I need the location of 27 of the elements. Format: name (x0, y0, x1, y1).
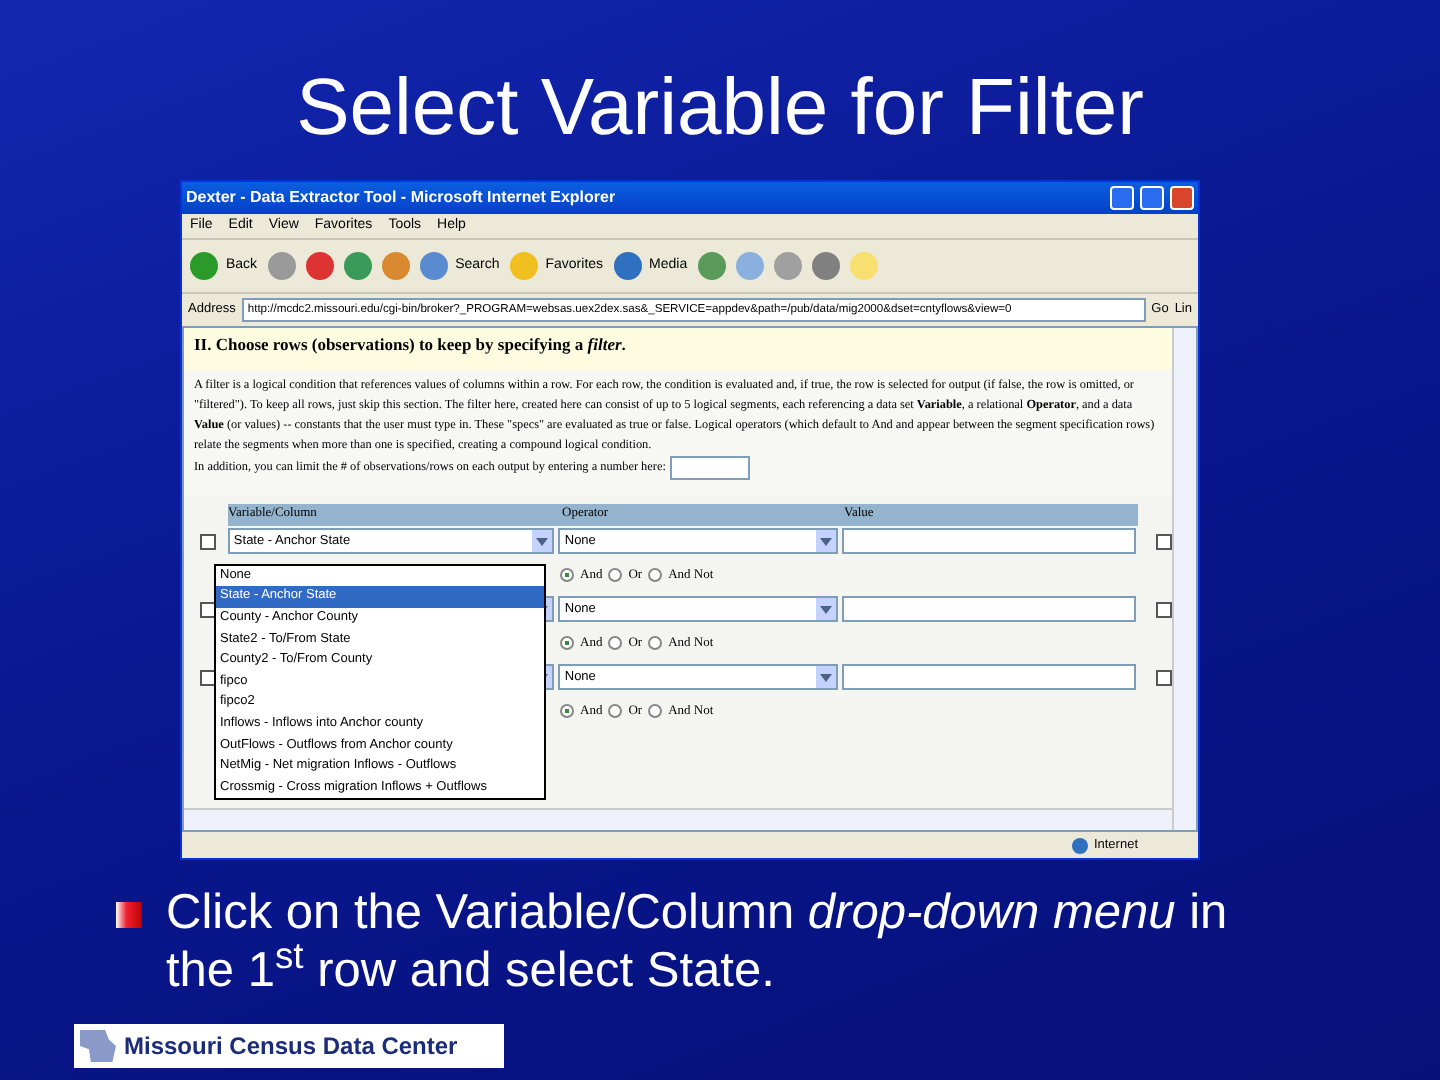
map-icon (80, 1030, 116, 1062)
radio-button[interactable] (608, 704, 623, 719)
value-input-field[interactable] (842, 528, 1137, 555)
radio-button[interactable] (560, 704, 574, 719)
radio-button[interactable] (608, 568, 623, 583)
bullet-text: Click on the Variable/Column drop-down menu in the 1$^{st}$ row and select State. (166, 884, 1230, 1000)
checkbox[interactable] (200, 533, 216, 550)
radio-button[interactable] (608, 636, 623, 651)
bullet-icon (116, 902, 142, 928)
window-title: Dexter - Data Extractor Tool - Microsoft Internet Explorer (186, 186, 616, 210)
checkbox[interactable] (1156, 601, 1172, 618)
checkbox[interactable] (1156, 669, 1172, 686)
radio-button[interactable] (648, 636, 663, 651)
radio-button[interactable] (648, 568, 663, 583)
value-input-field[interactable] (842, 664, 1137, 691)
radio-button[interactable] (560, 568, 574, 583)
horizontal-scrollbar[interactable] (184, 808, 1172, 830)
checkbox[interactable] (1156, 533, 1172, 550)
slide-title: Select Variable for Filter (294, 68, 1146, 156)
dropdown-list[interactable] (214, 563, 546, 801)
logo-text: Missouri Census Data Center (124, 1030, 458, 1064)
radio-button[interactable] (648, 704, 663, 719)
section-heading: II. Choose rows (observations) to keep by specifying a filter. (184, 328, 1172, 370)
vertical-scrollbar[interactable] (1172, 328, 1196, 830)
limit-input-field[interactable] (669, 455, 750, 480)
value-input-field[interactable] (842, 596, 1137, 623)
radio-button[interactable] (560, 636, 574, 651)
